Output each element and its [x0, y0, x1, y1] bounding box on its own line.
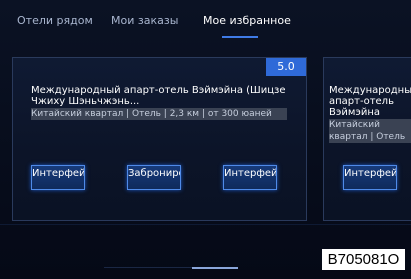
scroll-track [104, 267, 192, 268]
hotel-meta: Китайский квартал | Отель [329, 119, 411, 143]
divider [0, 224, 411, 225]
hotel-card[interactable]: Международный апарт-отель Вэймэйна Китай… [323, 57, 411, 221]
favorites-screen: Отели рядом Мои заказы Мое избранное 5.0… [0, 0, 411, 279]
interface-button[interactable]: Интерфейс [31, 165, 85, 190]
active-tab-indicator [222, 36, 258, 38]
hotel-meta: Китайский квартал | Отель | 2,3 км | от … [31, 108, 287, 120]
hotel-name: Международный апарт-отель Вэймэйна (Шицз… [31, 85, 286, 107]
hotel-meta-line: квартал | Отель [329, 131, 411, 143]
rating-badge: 5.0 [266, 58, 306, 76]
hotel-card[interactable]: 5.0 Международный апарт-отель Вэймэйна (… [12, 57, 307, 221]
interface-button[interactable]: Интерфейс [223, 165, 277, 190]
watermark-code: B705081O [322, 249, 405, 270]
hotel-name: Международный апарт-отель Вэймэйна [329, 85, 411, 118]
tab-bar: Отели рядом Мои заказы Мое избранное [0, 0, 411, 42]
tab-nearby-hotels[interactable]: Отели рядом [17, 11, 93, 31]
scroll-indicator[interactable] [192, 267, 238, 269]
hotel-meta-line: Китайский [329, 119, 411, 131]
tab-my-orders[interactable]: Мои заказы [111, 11, 178, 31]
book-button[interactable]: Забронировать [127, 165, 181, 190]
tab-my-favorites[interactable]: Мое избранное [203, 11, 291, 31]
interface-button[interactable]: Интерфейс [343, 165, 397, 190]
